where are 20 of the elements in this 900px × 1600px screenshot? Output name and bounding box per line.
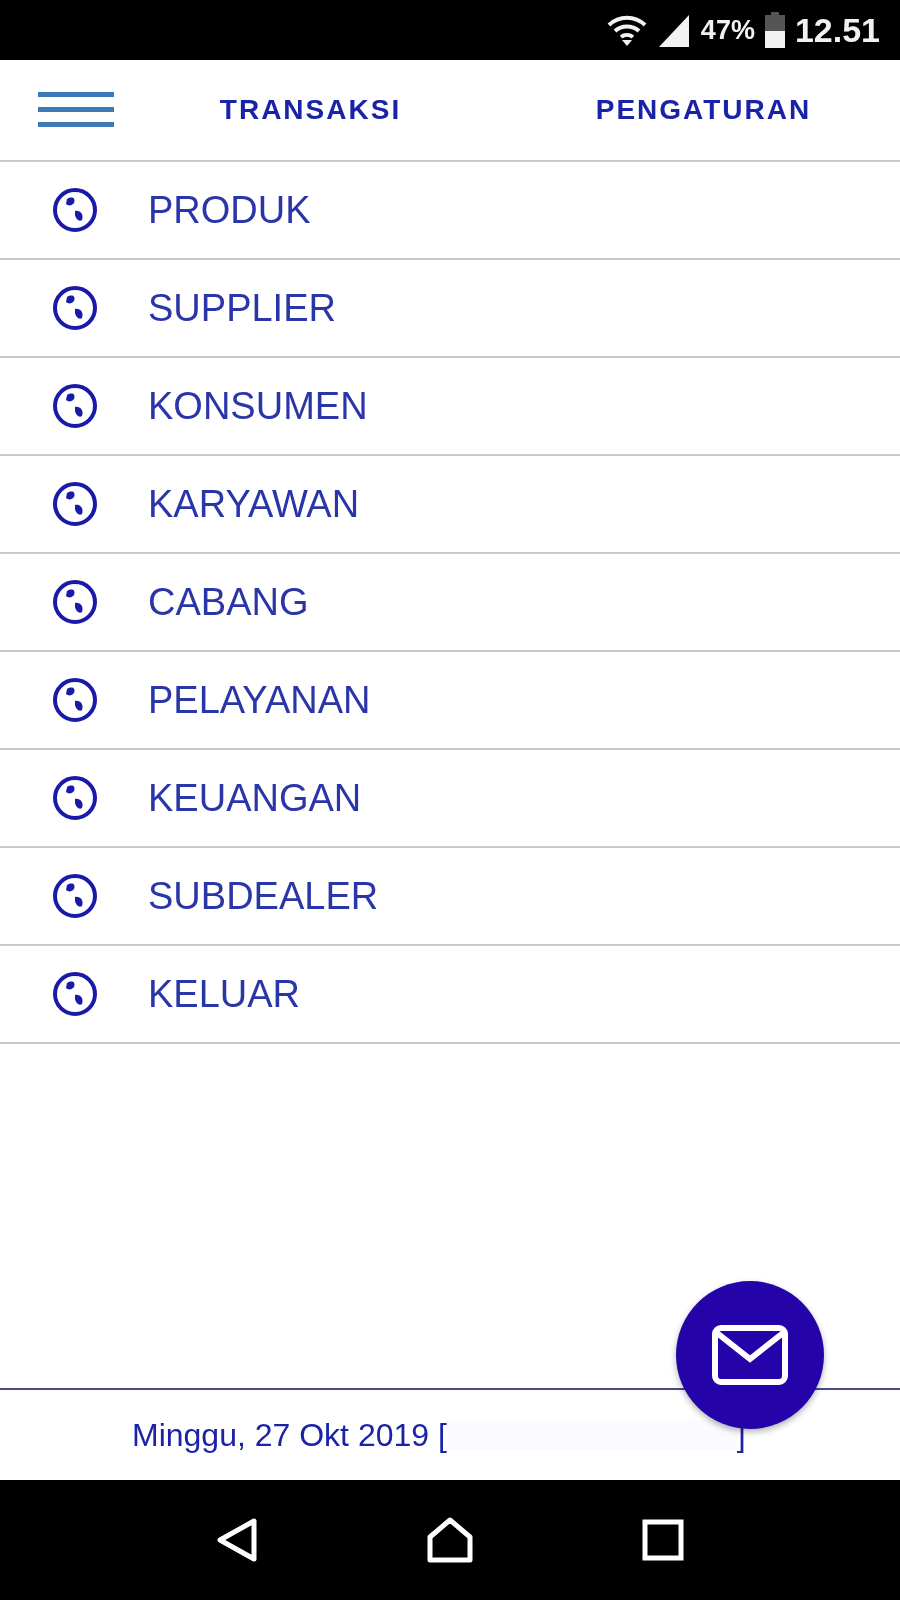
menu-icon[interactable]	[38, 90, 114, 130]
globe-icon	[51, 382, 99, 430]
globe-icon	[51, 676, 99, 724]
clock: 12.51	[794, 10, 880, 50]
nav-tab[interactable]: TRANSAKSI	[114, 74, 507, 146]
date-text: Minggu, 27 Okt 2019 [	[132, 1416, 447, 1454]
nav-tab[interactable]: PENGATURAN	[507, 74, 900, 146]
mail-icon	[712, 1325, 788, 1385]
globe-icon	[51, 578, 99, 626]
globe-icon	[51, 872, 99, 920]
home-icon[interactable]	[425, 1515, 475, 1565]
globe-icon	[51, 774, 99, 822]
battery-icon	[764, 12, 785, 48]
wifi-icon	[606, 13, 647, 47]
signal-icon	[656, 13, 691, 47]
globe-icon	[51, 970, 99, 1018]
globe-icon	[51, 480, 99, 528]
battery-percentage: 47%	[700, 14, 755, 46]
globe-icon	[51, 284, 99, 332]
globe-icon	[51, 186, 99, 234]
